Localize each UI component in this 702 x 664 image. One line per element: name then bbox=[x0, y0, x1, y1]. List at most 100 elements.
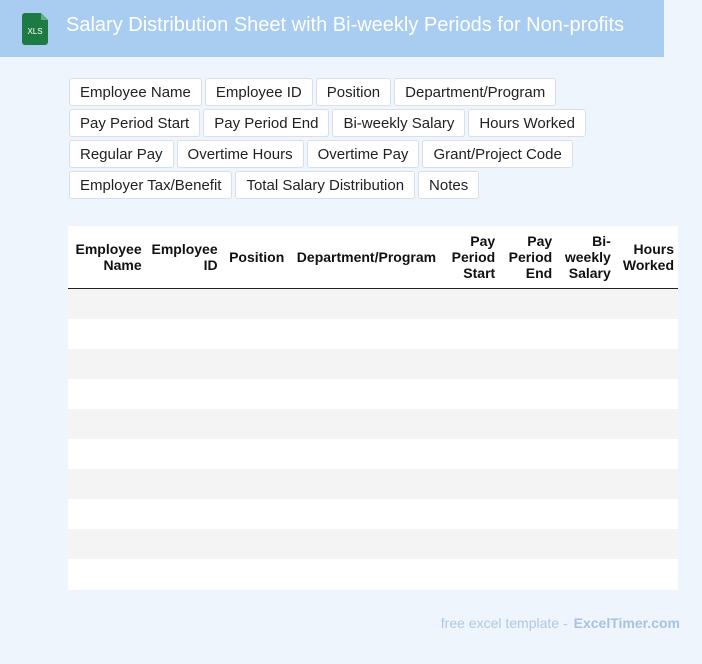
table-cell[interactable] bbox=[288, 318, 441, 349]
table-cell[interactable] bbox=[68, 528, 146, 559]
table-cell[interactable] bbox=[499, 348, 557, 379]
table-cell[interactable] bbox=[556, 558, 615, 589]
table-cell[interactable] bbox=[288, 408, 441, 439]
table-cell[interactable] bbox=[499, 468, 557, 499]
table-cell[interactable] bbox=[288, 378, 441, 409]
table-cell[interactable] bbox=[221, 408, 289, 439]
field-tag[interactable]: Department/Program bbox=[394, 78, 557, 106]
table-cell[interactable] bbox=[556, 348, 615, 379]
table-cell[interactable] bbox=[145, 408, 222, 439]
table-cell[interactable] bbox=[68, 498, 146, 529]
table-cell[interactable] bbox=[221, 498, 289, 529]
table-cell[interactable] bbox=[556, 528, 615, 559]
table-cell[interactable] bbox=[145, 558, 222, 589]
table-cell[interactable] bbox=[614, 468, 678, 499]
table-cell[interactable] bbox=[145, 378, 222, 409]
table-cell[interactable] bbox=[440, 528, 500, 559]
table-cell[interactable] bbox=[288, 288, 441, 319]
table-cell[interactable] bbox=[145, 348, 222, 379]
table-cell[interactable] bbox=[288, 528, 441, 559]
table-cell[interactable] bbox=[68, 318, 146, 349]
table-cell[interactable] bbox=[288, 498, 441, 529]
table-cell[interactable] bbox=[288, 468, 441, 499]
table-cell[interactable] bbox=[145, 288, 222, 319]
field-tag[interactable]: Employee ID bbox=[204, 78, 313, 106]
table-cell[interactable] bbox=[556, 288, 615, 319]
table-cell[interactable] bbox=[614, 498, 678, 529]
table-cell[interactable] bbox=[440, 558, 500, 589]
table-cell[interactable] bbox=[440, 468, 500, 499]
table-cell[interactable] bbox=[68, 408, 146, 439]
table-cell[interactable] bbox=[145, 468, 222, 499]
field-tag[interactable]: Total Salary Distribution bbox=[235, 171, 416, 199]
field-tag[interactable]: Grant/Project Code bbox=[422, 140, 573, 168]
table-cell[interactable] bbox=[499, 498, 557, 529]
column-header[interactable]: Pay Period Start bbox=[440, 226, 500, 289]
table-cell[interactable] bbox=[68, 348, 146, 379]
table-cell[interactable] bbox=[440, 498, 500, 529]
table-cell[interactable] bbox=[614, 348, 678, 379]
table-cell[interactable] bbox=[556, 318, 615, 349]
column-header[interactable]: Department/Program bbox=[288, 226, 441, 289]
table-cell[interactable] bbox=[440, 438, 500, 469]
table-cell[interactable] bbox=[499, 558, 557, 589]
field-tag[interactable]: Employee Name bbox=[69, 78, 202, 106]
table-cell[interactable] bbox=[499, 528, 557, 559]
column-header[interactable]: Position bbox=[221, 226, 289, 289]
table-cell[interactable] bbox=[614, 288, 678, 319]
table-cell[interactable] bbox=[499, 288, 557, 319]
table-cell[interactable] bbox=[288, 558, 441, 589]
table-cell[interactable] bbox=[499, 378, 557, 409]
table-cell[interactable] bbox=[221, 438, 289, 469]
table-cell[interactable] bbox=[440, 408, 500, 439]
field-tag[interactable]: Pay Period Start bbox=[69, 109, 201, 137]
table-cell[interactable] bbox=[68, 558, 146, 589]
table-cell[interactable] bbox=[556, 468, 615, 499]
table-cell[interactable] bbox=[499, 438, 557, 469]
table-cell[interactable] bbox=[68, 378, 146, 409]
field-tag[interactable]: Overtime Hours bbox=[176, 140, 304, 168]
table-cell[interactable] bbox=[440, 288, 500, 319]
footer-brand-link[interactable]: ExcelTimer.com bbox=[574, 615, 680, 631]
field-tag[interactable]: Employer Tax/Benefit bbox=[69, 171, 233, 199]
table-cell[interactable] bbox=[556, 408, 615, 439]
table-cell[interactable] bbox=[614, 438, 678, 469]
column-header[interactable]: Employee ID bbox=[145, 226, 222, 289]
column-header[interactable]: Employee Name bbox=[68, 226, 146, 289]
column-header[interactable]: Pay Period End bbox=[499, 226, 557, 289]
field-tag[interactable]: Regular Pay bbox=[69, 140, 174, 168]
table-cell[interactable] bbox=[440, 348, 500, 379]
table-cell[interactable] bbox=[614, 378, 678, 409]
field-tag[interactable]: Position bbox=[315, 78, 392, 106]
column-header[interactable]: Hours Worked bbox=[614, 226, 678, 289]
table-cell[interactable] bbox=[221, 348, 289, 379]
table-cell[interactable] bbox=[614, 558, 678, 589]
table-cell[interactable] bbox=[556, 378, 615, 409]
table-cell[interactable] bbox=[68, 438, 146, 469]
table-cell[interactable] bbox=[499, 408, 557, 439]
column-header[interactable]: Bi-weekly Salary bbox=[556, 226, 615, 289]
table-cell[interactable] bbox=[556, 438, 615, 469]
table-cell[interactable] bbox=[221, 528, 289, 559]
table-cell[interactable] bbox=[614, 408, 678, 439]
table-cell[interactable] bbox=[145, 528, 222, 559]
table-cell[interactable] bbox=[68, 468, 146, 499]
salary-table-container[interactable]: Employee Name Employee ID Position Department… bbox=[68, 226, 678, 590]
table-cell[interactable] bbox=[556, 498, 615, 529]
field-tag[interactable]: Pay Period End bbox=[203, 109, 330, 137]
table-cell[interactable] bbox=[499, 318, 557, 349]
field-tag[interactable]: Bi-weekly Salary bbox=[332, 109, 466, 137]
table-cell[interactable] bbox=[221, 318, 289, 349]
table-cell[interactable] bbox=[440, 378, 500, 409]
table-cell[interactable] bbox=[614, 318, 678, 349]
table-cell[interactable] bbox=[145, 318, 222, 349]
field-tag[interactable]: Hours Worked bbox=[468, 109, 586, 137]
table-cell[interactable] bbox=[614, 528, 678, 559]
table-cell[interactable] bbox=[440, 318, 500, 349]
table-cell[interactable] bbox=[288, 438, 441, 469]
table-cell[interactable] bbox=[221, 558, 289, 589]
table-cell[interactable] bbox=[288, 348, 441, 379]
field-tag[interactable]: Notes bbox=[418, 171, 480, 199]
table-cell[interactable] bbox=[145, 438, 222, 469]
table-cell[interactable] bbox=[145, 498, 222, 529]
